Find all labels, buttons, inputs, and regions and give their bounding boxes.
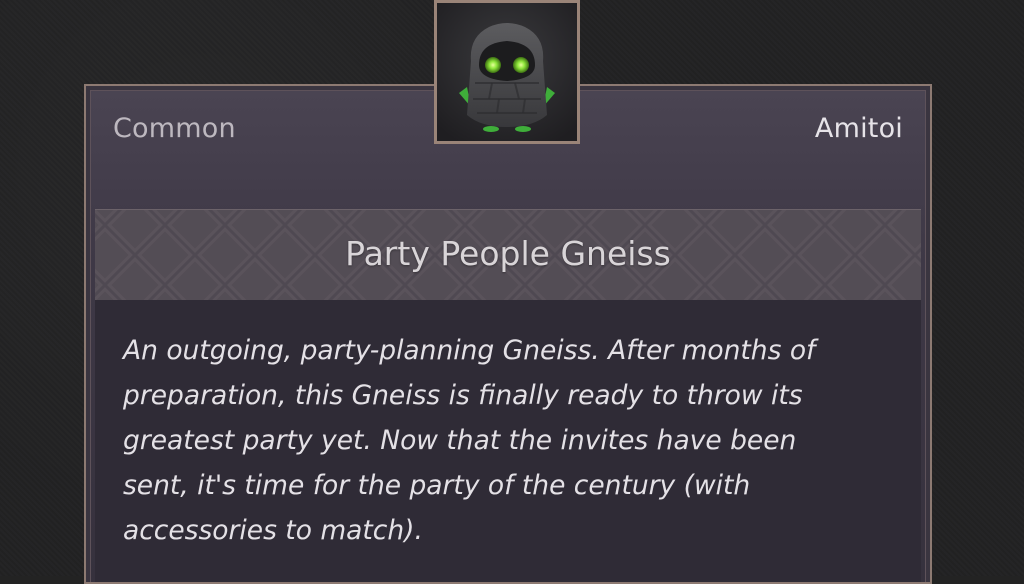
item-card-inner: Common Amitoi Party People Gneiss An out… [90,90,926,582]
description-line: greatest party yet. Now that the invites… [123,425,797,456]
description-line: preparation, this Gneiss is finally read… [123,380,803,411]
rarity-label: Common [113,113,236,144]
description-line: accessories to match). [123,515,423,546]
description-panel: An outgoing, party-planning Gneiss. Afte… [95,300,921,582]
category-label: Amitoi [814,113,903,144]
item-description: An outgoing, party-planning Gneiss. Afte… [123,328,903,553]
item-portrait [434,0,580,144]
title-banner: Party People Gneiss [95,209,921,301]
item-card: Common Amitoi Party People Gneiss An out… [84,84,932,584]
description-line: sent, it's time for the party of the cen… [123,470,751,501]
item-name: Party People Gneiss [345,234,671,273]
description-line: An outgoing, party-planning Gneiss. Afte… [123,335,816,366]
gneiss-amitoi-icon [437,3,577,141]
